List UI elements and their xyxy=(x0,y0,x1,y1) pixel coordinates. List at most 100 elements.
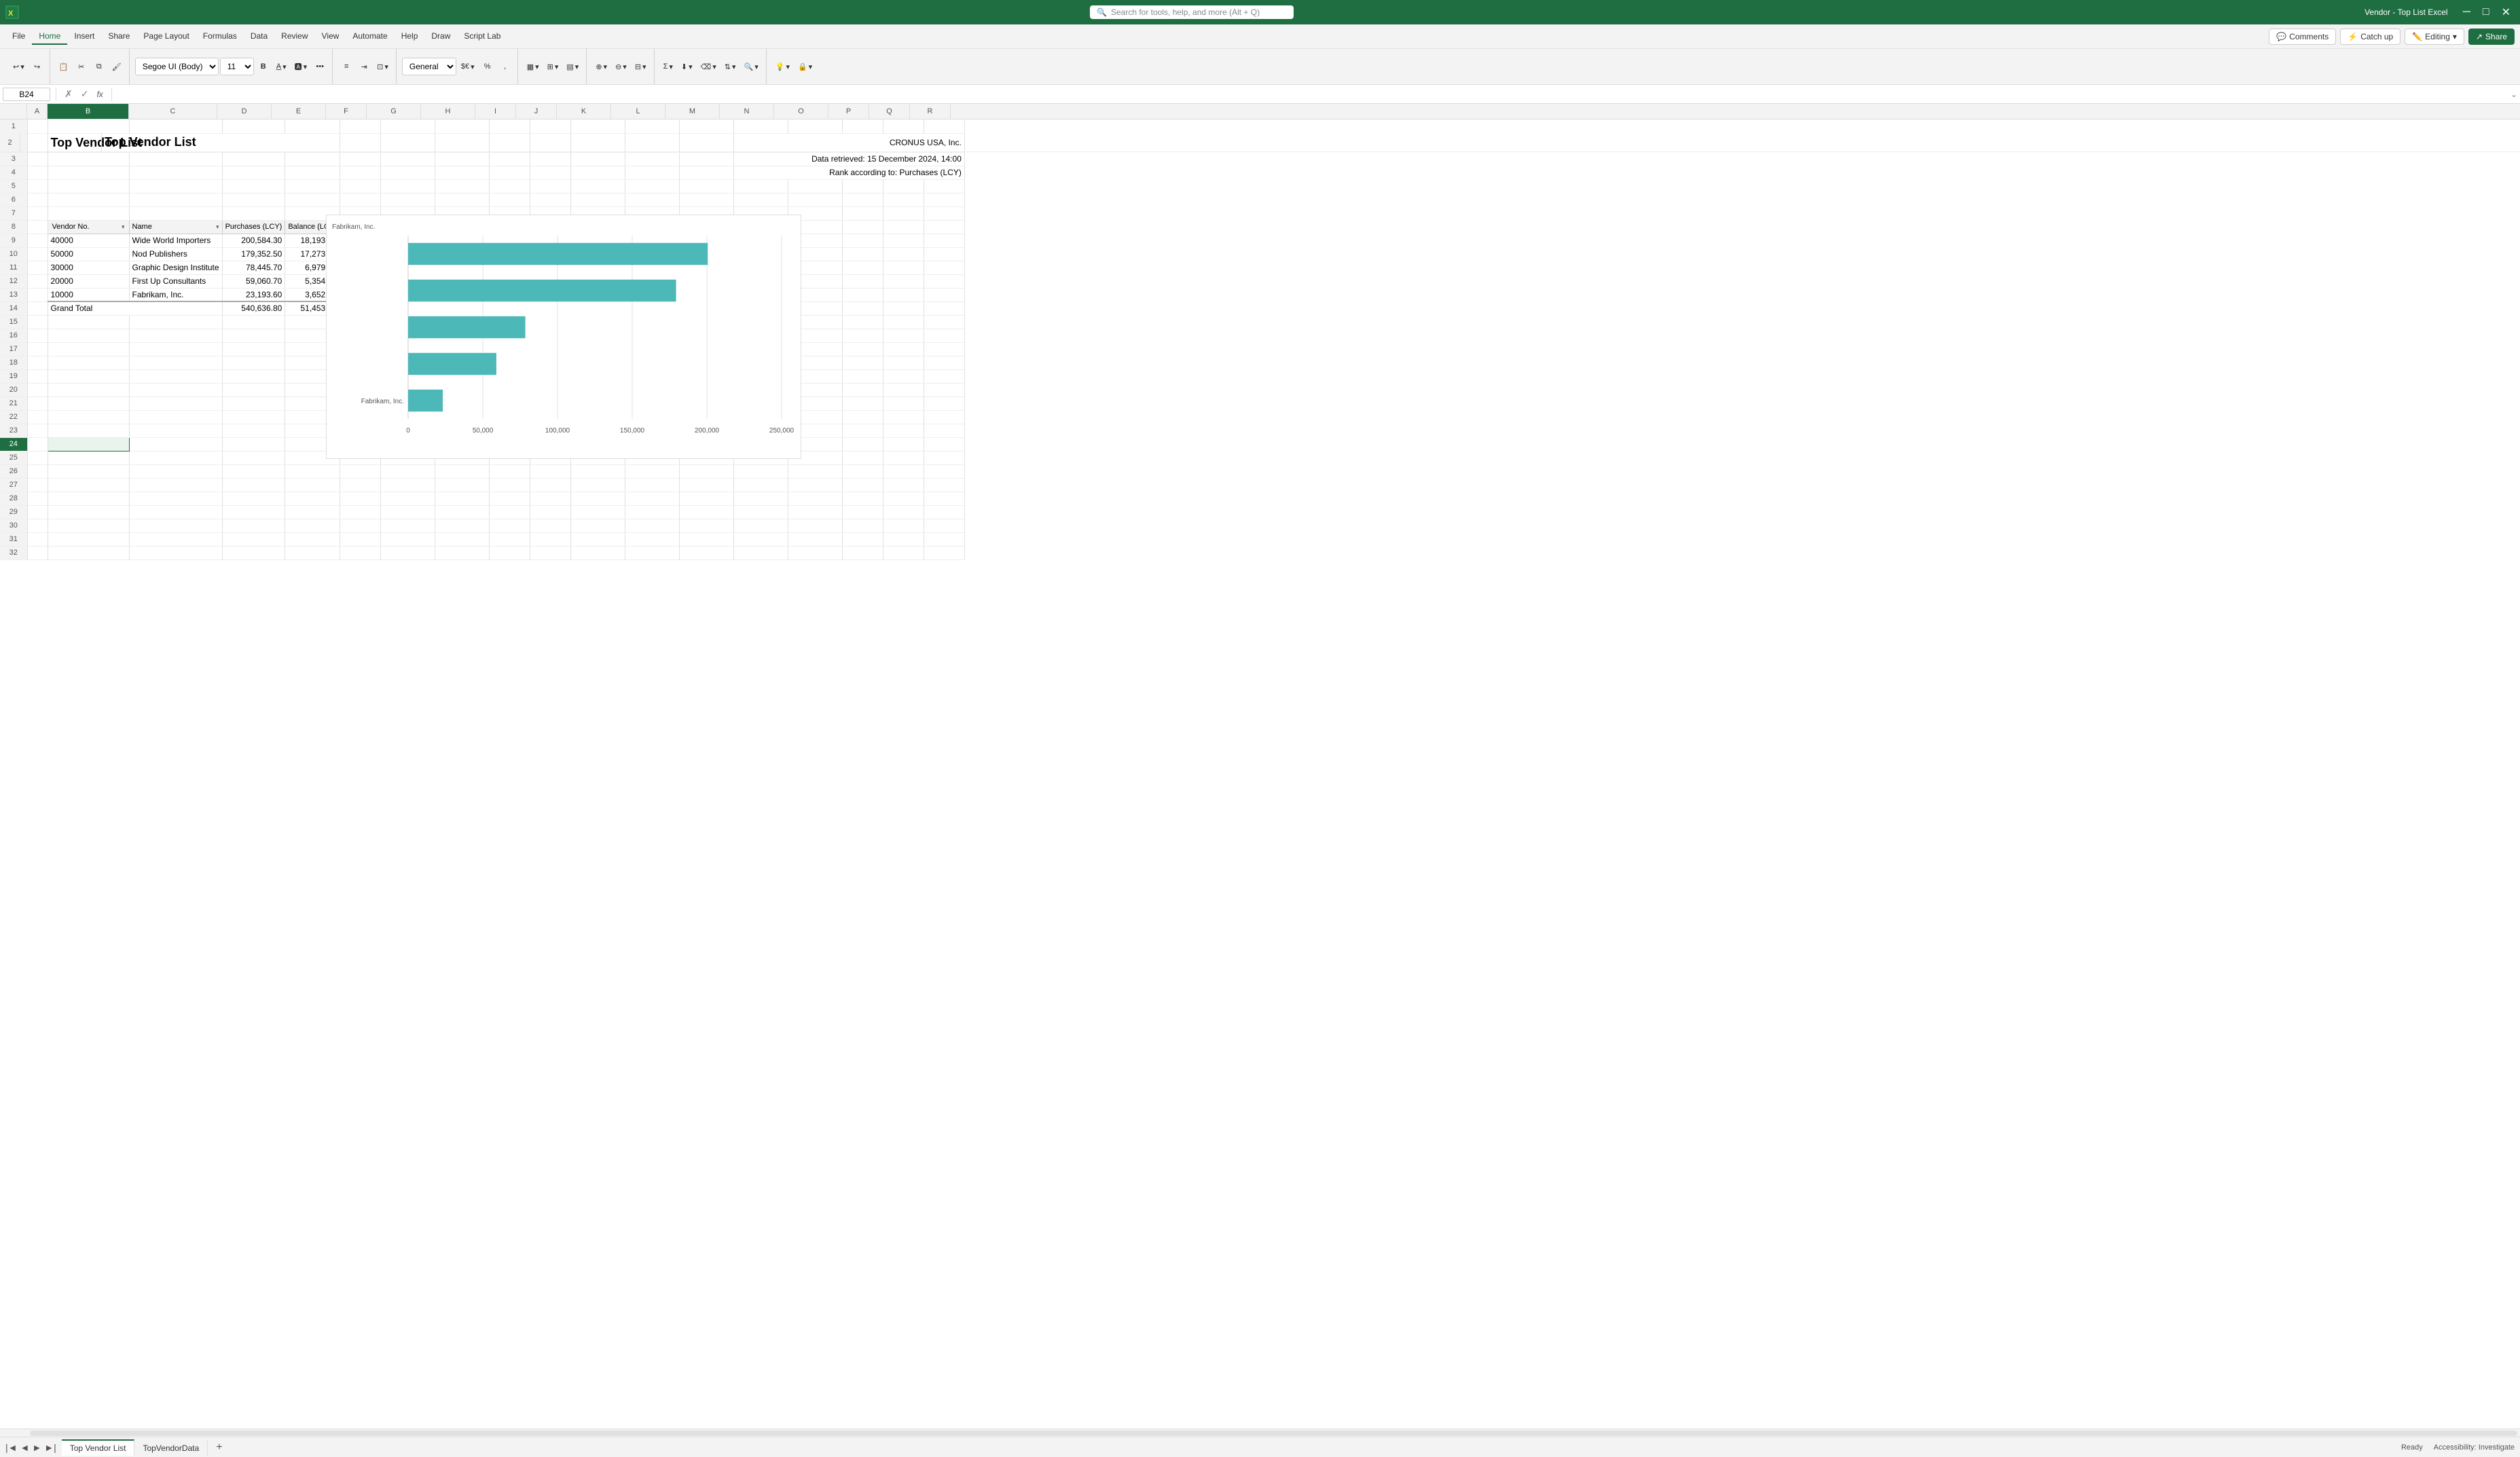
cell-b2[interactable]: Top Vendor List xyxy=(102,133,2520,152)
col-header-e[interactable]: E xyxy=(272,104,326,119)
cell-R5[interactable] xyxy=(924,179,964,193)
cell-P30[interactable] xyxy=(842,519,883,532)
cell-A4[interactable] xyxy=(27,166,48,179)
cell-D27[interactable] xyxy=(222,478,285,492)
cell-D8[interactable]: Purchases (LCY) xyxy=(222,220,285,234)
cell-E3[interactable] xyxy=(285,152,340,166)
add-sheet-button[interactable]: + xyxy=(211,1440,227,1455)
cell-C5[interactable] xyxy=(129,179,222,193)
cell-Q14[interactable] xyxy=(883,301,924,315)
cell-K5[interactable] xyxy=(570,179,625,193)
cell-P9[interactable] xyxy=(842,234,883,247)
cell-E26[interactable] xyxy=(285,464,340,478)
align-left-button[interactable]: ≡ xyxy=(338,56,354,77)
row-header-10[interactable]: 10 xyxy=(0,247,27,261)
format-table-button[interactable]: ⊞▾ xyxy=(544,56,562,77)
cell-A26[interactable] xyxy=(27,464,48,478)
cell-Q26[interactable] xyxy=(883,464,924,478)
cell-H4[interactable] xyxy=(435,166,489,179)
minimize-button[interactable]: ─ xyxy=(2459,5,2475,20)
cell-B1[interactable] xyxy=(48,119,129,133)
cell-styles-button[interactable]: ▤▾ xyxy=(563,56,582,77)
cell-B4[interactable] xyxy=(48,166,129,179)
cell-K29[interactable] xyxy=(570,505,625,519)
expand-formula-icon[interactable]: ⌄ xyxy=(2510,90,2517,99)
cell-F5[interactable] xyxy=(340,179,380,193)
find-select-button[interactable]: 🔍▾ xyxy=(741,56,762,77)
cell-G3[interactable] xyxy=(380,152,435,166)
cell-J4[interactable] xyxy=(530,166,570,179)
cell-D1[interactable] xyxy=(222,119,285,133)
cell-E5[interactable] xyxy=(285,179,340,193)
cell-Q16[interactable] xyxy=(883,329,924,342)
cell-P19[interactable] xyxy=(842,369,883,383)
currency-button[interactable]: $€▾ xyxy=(458,56,478,77)
cell-P16[interactable] xyxy=(842,329,883,342)
tab-home[interactable]: Home xyxy=(32,29,67,45)
cell-A5[interactable] xyxy=(27,179,48,193)
cell-G27[interactable] xyxy=(380,478,435,492)
cell-Q15[interactable] xyxy=(883,315,924,329)
cancel-formula-icon[interactable]: ✗ xyxy=(62,87,75,101)
cell-E27[interactable] xyxy=(285,478,340,492)
cell-R1[interactable] xyxy=(924,119,964,133)
cell-J31[interactable] xyxy=(530,532,570,546)
font-name-select[interactable]: Segoe UI (Body) xyxy=(135,58,219,75)
cell-M30[interactable] xyxy=(679,519,733,532)
cell-B10[interactable]: 50000 xyxy=(48,247,129,261)
cell-G31[interactable] xyxy=(380,532,435,546)
cell-Q10[interactable] xyxy=(883,247,924,261)
row-header-5[interactable]: 5 xyxy=(0,179,27,193)
row-header-6[interactable]: 6 xyxy=(0,193,27,206)
cell-H30[interactable] xyxy=(435,519,489,532)
cell-F6[interactable] xyxy=(340,193,380,206)
cell-Q24[interactable] xyxy=(883,437,924,451)
cell-Q1[interactable] xyxy=(883,119,924,133)
cell-H32[interactable] xyxy=(435,546,489,559)
row-header-21[interactable]: 21 xyxy=(0,396,27,410)
cell-M31[interactable] xyxy=(679,532,733,546)
cell-K30[interactable] xyxy=(570,519,625,532)
cell-A25[interactable] xyxy=(27,451,48,464)
cell-M28[interactable] xyxy=(679,492,733,505)
cell-I26[interactable] xyxy=(489,464,530,478)
cell-E6[interactable] xyxy=(285,193,340,206)
cell-A3[interactable] xyxy=(27,152,48,166)
row-header-20[interactable]: 20 xyxy=(0,383,27,396)
row-header-25[interactable]: 25 xyxy=(0,451,27,464)
tab-script-lab[interactable]: Script Lab xyxy=(457,29,507,45)
cell-G1[interactable] xyxy=(380,119,435,133)
cell-A14[interactable] xyxy=(27,301,48,315)
cell-R31[interactable] xyxy=(924,532,964,546)
cell-J30[interactable] xyxy=(530,519,570,532)
cell-H28[interactable] xyxy=(435,492,489,505)
cell-P26[interactable] xyxy=(842,464,883,478)
cell-D32[interactable] xyxy=(222,546,285,559)
cell-L29[interactable] xyxy=(625,505,679,519)
row-header-31[interactable]: 31 xyxy=(0,532,27,546)
cell-D9[interactable]: 200,584.30 xyxy=(222,234,285,247)
cell-A16[interactable] xyxy=(27,329,48,342)
redo-button[interactable]: ↪ xyxy=(29,56,45,77)
prev-sheet-button[interactable]: ◄ xyxy=(20,1442,30,1453)
cell-B21[interactable] xyxy=(48,396,129,410)
cell-B26[interactable] xyxy=(48,464,129,478)
fill-button[interactable]: ⬇▾ xyxy=(678,56,696,77)
cell-H3[interactable] xyxy=(435,152,489,166)
cell-F30[interactable] xyxy=(340,519,380,532)
cell-E29[interactable] xyxy=(285,505,340,519)
cell-O28[interactable] xyxy=(788,492,842,505)
cell-R24[interactable] xyxy=(924,437,964,451)
cell-H6[interactable] xyxy=(435,193,489,206)
row-header-13[interactable]: 13 xyxy=(0,288,27,301)
cell-D17[interactable] xyxy=(222,342,285,356)
cell-R15[interactable] xyxy=(924,315,964,329)
cut-button[interactable]: ✂ xyxy=(73,56,90,77)
cell-R13[interactable] xyxy=(924,288,964,301)
cell-D13[interactable]: 23,193.60 xyxy=(222,288,285,301)
cell-Q7[interactable] xyxy=(883,206,924,220)
sort-filter-button[interactable]: ⇅▾ xyxy=(721,56,739,77)
cell-Q9[interactable] xyxy=(883,234,924,247)
cell-M26[interactable] xyxy=(679,464,733,478)
cell-R29[interactable] xyxy=(924,505,964,519)
